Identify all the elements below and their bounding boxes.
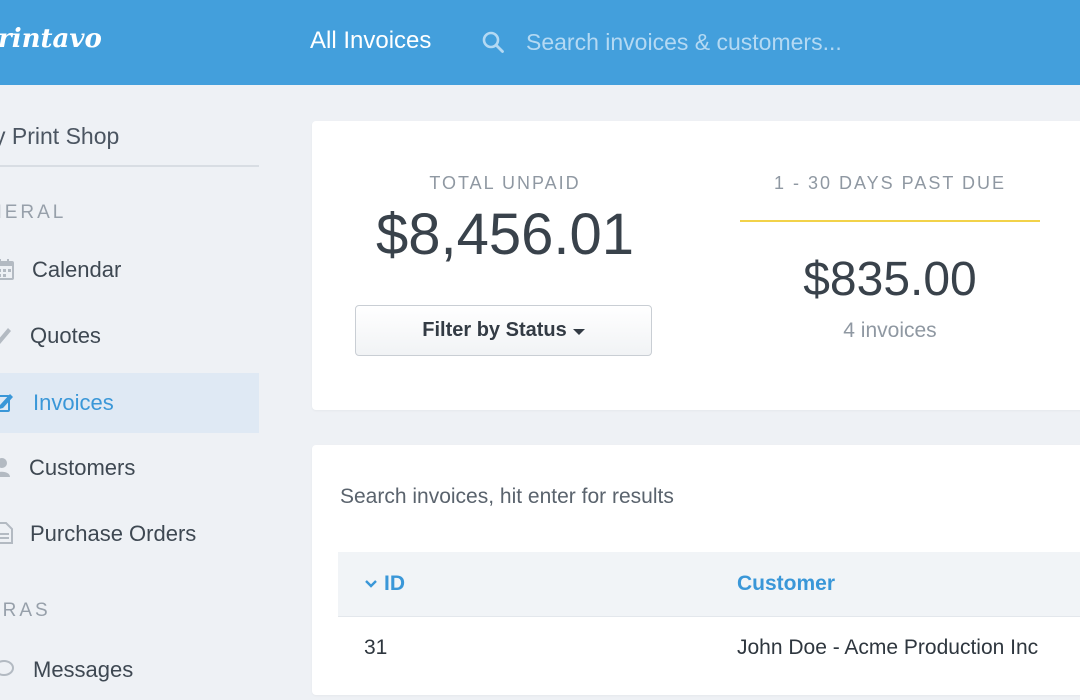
cell-id: 31 <box>364 636 388 659</box>
invoice-summary-card: TOTAL UNPAID $8,456.01 Filter by Status … <box>312 121 1080 410</box>
sidebar-item-label: Messages <box>33 657 134 682</box>
document-icon <box>0 522 13 544</box>
table-header: ID Customer <box>338 552 1080 617</box>
invoice-search-input[interactable] <box>330 479 1050 515</box>
edit-icon <box>0 394 13 412</box>
sidebar-item-purchase-orders[interactable]: Purchase Orders <box>0 504 259 564</box>
invoice-table-card: ID Customer 31 John Doe - Acme Productio… <box>312 445 1080 695</box>
sidebar-item-label: Invoices <box>33 390 114 415</box>
column-header-id[interactable]: ID <box>364 572 405 596</box>
past-due-label: 1 - 30 DAYS PAST DUE <box>773 173 1007 193</box>
pencil-icon <box>0 328 11 344</box>
sidebar-item-invoices[interactable]: Invoices <box>0 373 259 433</box>
chat-icon <box>0 660 14 676</box>
sidebar: y Print Shop NERAL Calendar Quotes Invoi… <box>0 85 290 682</box>
divider <box>0 165 259 167</box>
past-due-count[interactable]: 4 invoices <box>740 319 1040 343</box>
calendar-icon <box>0 259 14 280</box>
total-unpaid-value: $8,456.01 <box>375 202 635 267</box>
sidebar-item-label: Quotes <box>30 323 101 348</box>
app-logo[interactable]: rintavo <box>0 24 102 54</box>
sidebar-item-messages[interactable]: Messages <box>0 640 259 700</box>
past-due-value[interactable]: $835.00 <box>740 252 1040 307</box>
column-header-customer[interactable]: Customer <box>737 572 835 596</box>
section-label-extras: TRAS <box>0 600 51 621</box>
chevron-down-icon <box>365 580 377 589</box>
filter-by-status-button[interactable]: Filter by Status <box>355 305 652 356</box>
sidebar-item-customers[interactable]: Customers <box>0 438 259 498</box>
sidebar-item-calendar[interactable]: Calendar <box>0 240 259 300</box>
page-title[interactable]: All Invoices <box>310 27 431 55</box>
total-unpaid-label: TOTAL UNPAID <box>429 173 581 193</box>
user-icon <box>0 458 10 477</box>
column-label: ID <box>384 572 405 595</box>
filter-by-status-label: Filter by Status <box>422 319 567 341</box>
cell-customer[interactable]: John Doe - Acme Production Inc <box>737 636 1038 660</box>
global-search-input[interactable] <box>516 24 1056 60</box>
caret-down-icon <box>572 329 585 335</box>
table-row[interactable]: 31 John Doe - Acme Production Inc <box>338 617 1080 677</box>
search-icon <box>482 31 504 53</box>
section-label-general: NERAL <box>0 202 67 223</box>
sidebar-item-quotes[interactable]: Quotes <box>0 306 259 366</box>
past-due-indicator <box>740 220 1040 222</box>
sidebar-item-label: Customers <box>29 455 136 480</box>
shop-name[interactable]: y Print Shop <box>0 123 119 150</box>
top-bar: rintavo All Invoices <box>0 0 1080 85</box>
sidebar-item-label: Calendar <box>32 257 122 282</box>
sidebar-item-label: Purchase Orders <box>30 521 197 546</box>
